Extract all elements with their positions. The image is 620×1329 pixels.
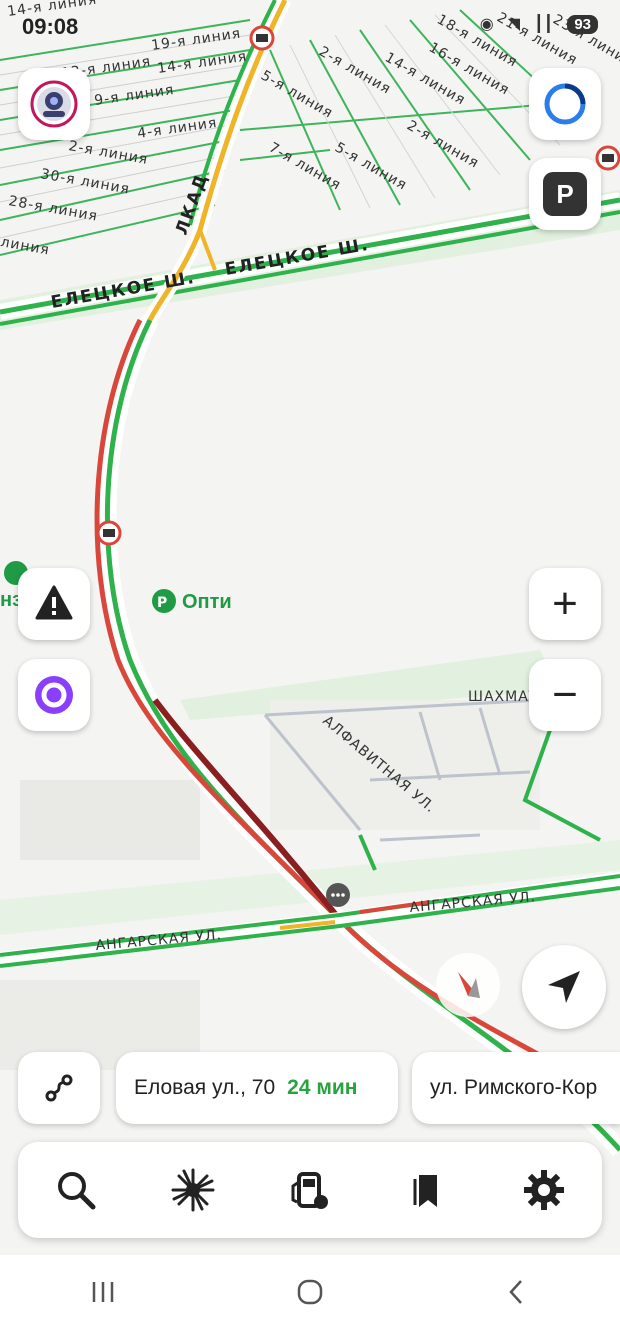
- speed-camera-icon: [96, 520, 122, 546]
- speed-camera-icon: [595, 145, 620, 171]
- route-eta: 24 мин: [287, 1076, 358, 1099]
- alice-ring-icon: [544, 83, 586, 125]
- settings-button[interactable]: [504, 1150, 584, 1230]
- route-chip-destination[interactable]: Еловая ул., 70 24 мин: [116, 1052, 398, 1124]
- alice-voice-button[interactable]: [529, 68, 601, 140]
- battery-indicator: 93: [567, 14, 598, 34]
- system-nav-bar: [0, 1255, 620, 1329]
- my-location-button[interactable]: [522, 945, 606, 1029]
- route-destination-label: Еловая ул., 70: [134, 1076, 276, 1099]
- back-icon[interactable]: [502, 1277, 532, 1307]
- discover-button[interactable]: [153, 1150, 233, 1230]
- zoom-out-button[interactable]: −: [529, 659, 601, 731]
- minus-icon: −: [552, 670, 578, 719]
- search-icon: [58, 1172, 96, 1210]
- parking-letter: P: [556, 178, 574, 209]
- wifi-icon: ◥: [507, 16, 521, 33]
- avatar-icon: [30, 80, 78, 128]
- road-event-chat-icon: [326, 883, 350, 907]
- status-bar: 09:08 ◉ ◥ ┃┃ 93: [0, 0, 620, 52]
- user-location-arrow-icon: [436, 953, 500, 1017]
- route-alt-label: ул. Римского-Кор: [430, 1076, 598, 1099]
- bottom-toolbar: [18, 1142, 602, 1238]
- route-chip-alt[interactable]: ул. Римского-Кор: [412, 1052, 620, 1124]
- route-options-button[interactable]: [18, 1052, 100, 1124]
- report-road-event-button[interactable]: [18, 568, 90, 640]
- gear-icon: [523, 1170, 564, 1210]
- bookmarks-icon: [413, 1175, 437, 1207]
- signal-icon: ┃┃: [534, 16, 554, 33]
- recent-apps-icon[interactable]: [88, 1277, 118, 1307]
- status-time: 09:08: [22, 14, 79, 39]
- parking-button[interactable]: P: [529, 158, 601, 230]
- poi-label-opti: Опти: [182, 591, 232, 613]
- search-button[interactable]: [36, 1150, 116, 1230]
- route-icon: [45, 1074, 73, 1102]
- profile-avatar-button[interactable]: [18, 68, 90, 140]
- warning-icon: [35, 585, 73, 620]
- navigation-arrow-icon: [548, 971, 580, 1003]
- svg-text:P: P: [157, 595, 167, 611]
- fuel-station-icon: [291, 1172, 328, 1209]
- location-status-icon: ◉: [479, 16, 494, 33]
- bookmarks-button[interactable]: [387, 1150, 467, 1230]
- alice-assistant-button[interactable]: [18, 659, 90, 731]
- sparkle-icon: [171, 1168, 215, 1212]
- home-icon[interactable]: [295, 1277, 325, 1307]
- alice-icon: [35, 676, 73, 714]
- parking-icon: P: [543, 172, 587, 216]
- street-label-shakhmat: ШАХМАТ: [468, 689, 538, 705]
- plus-icon: +: [552, 579, 578, 628]
- zoom-in-button[interactable]: +: [529, 568, 601, 640]
- fuel-button[interactable]: [270, 1150, 350, 1230]
